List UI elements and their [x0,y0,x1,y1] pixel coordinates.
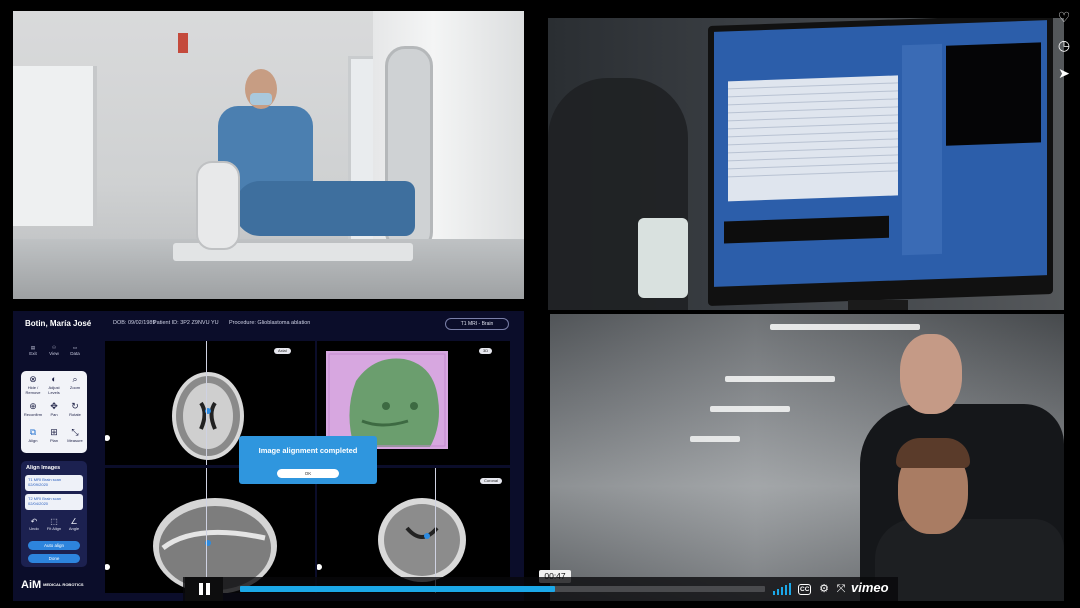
rotate-icon: ↻ [71,401,79,411]
scan-item-t2[interactable]: T2 MRI Brain scan 02/04/2020 [25,494,83,510]
nav-data[interactable]: ▭ Data [65,345,85,363]
console-side-buttons [902,43,942,256]
video-panel-monitor [548,18,1064,310]
tool-align[interactable]: ⧉ Align [22,427,44,452]
fit-icon: ⬚ [50,517,58,526]
3d-head-render[interactable] [326,351,448,449]
patient [235,181,415,236]
share-icon[interactable]: ➤ [1055,64,1073,82]
viewport-sagittal[interactable] [105,468,315,593]
captions-button[interactable]: CC [798,584,812,595]
fullscreen-icon[interactable]: ⤧ [834,581,848,597]
video-panel-mri-room [13,11,524,299]
pause-button[interactable] [185,577,223,601]
volume-icon[interactable] [773,583,791,595]
progress-bar[interactable] [240,586,765,592]
observer-younger-man-hair [896,438,970,468]
surgical-mask [250,93,272,105]
observer-older-man-head [900,334,962,414]
tool-adjust-levels[interactable]: ◐ Adjust Levels [43,374,65,399]
aim-logo: AiM MEDICAL ROBOTICS [21,579,84,591]
align-tools: ↶ Undo ⬚ Fit Align ∠ Angle [25,517,83,535]
vimeo-logo[interactable]: vimeo [851,580,889,595]
patient-id: Patient ID: 3P2 Z9NVU YU [153,320,219,326]
scan-item-t1[interactable]: T1 MRI Brain scan 02/09/2020 [25,475,83,491]
tool-reconfirm[interactable]: ⊕ Reconfirm [22,401,44,426]
wipes-container [638,218,688,298]
tool-measure[interactable]: ⤡ Measure [64,427,86,452]
tool-zoom[interactable]: ⌕ Zoom [64,374,86,399]
viewport-coronal[interactable]: Coronal [317,468,510,593]
auto-align-button[interactable]: Auto align [28,541,80,550]
pause-icon [199,583,203,595]
measure-icon: ⤡ [71,427,79,437]
nav-view[interactable]: ⚇ View [44,345,64,363]
patient-dob: DOB: 09/02/1989 [113,320,156,326]
wall-sign [178,33,188,53]
angle-button[interactable]: ∠ Angle [65,517,83,535]
sagittal-brain-slice [153,498,277,593]
procedure: Procedure: Glioblastoma ablation [229,320,311,326]
video-panel-observers [550,314,1064,601]
crosshair-vertical-2[interactable] [206,468,207,593]
series-list [728,75,898,202]
tool-rotate[interactable]: ↻ Rotate [64,401,86,426]
align-icon: ⧉ [29,427,37,437]
contrast-icon: ◐ [51,374,57,384]
viewport-label-axial: Axial [274,348,291,354]
tool-plan[interactable]: ⊞ Plan [43,427,65,452]
align-images-panel: Align Images T1 MRI Brain scan 02/09/2020… [21,461,87,567]
undo-button[interactable]: ↶ Undo [25,517,43,535]
recenter-icon: ⊕ [29,401,37,411]
crosshair-vertical[interactable] [206,341,207,465]
viewport-label-coronal: Coronal [480,478,503,484]
nav-exit[interactable]: ▤ Exit [23,345,43,363]
clock-icon[interactable]: ◷ [1055,36,1073,54]
undo-icon: ↶ [30,517,38,526]
plan-icon: ⊞ [50,427,58,437]
angle-icon: ∠ [70,517,78,526]
done-button[interactable]: Done [28,554,80,563]
scan-preview [946,42,1041,146]
viewport-label-3d: 3D [479,348,493,354]
hide-icon: ⊗ [29,374,37,384]
fit-align-button[interactable]: ⬚ Fit Align [45,517,63,535]
settings-gear-icon[interactable]: ⚙ [817,581,831,597]
series-select[interactable]: T1 MRI - Brain [445,318,509,330]
thumbnail-strip [724,215,889,244]
coronal-brain-slice [378,498,466,582]
tool-hide[interactable]: ⊗ Hide / Remove [22,374,44,399]
tool-pan[interactable]: ✥ Pan [43,401,65,426]
dialog-message: Image alignment completed [258,446,358,455]
pan-icon: ✥ [50,401,58,411]
app-nav: ▤ Exit ⚇ View ▭ Data [23,345,85,363]
align-title: Align Images [26,465,61,471]
window [13,66,97,226]
patient-name: Botin, María José [25,319,92,328]
tool-palette: ⊗ Hide / Remove ◐ Adjust Levels ⌕ Zoom ⊕ Rec… [21,371,87,453]
monitor-stand [848,300,908,310]
video-panel-aim-software: Botin, María José DOB: 09/02/1989 Patien… [13,311,524,601]
scanner-console-screen [714,20,1047,287]
heart-icon[interactable]: ♡ [1055,8,1073,26]
progress-fill [240,586,555,592]
zoom-icon: ⌕ [72,374,78,384]
observer-younger-man [875,519,1064,601]
dialog-ok-button[interactable]: OK [277,469,339,478]
head-coil [196,161,240,250]
computer-monitor [708,18,1053,307]
alignment-dialog: Image alignment completed OK [239,436,377,484]
player-controls: CC ⚙ ⤧ vimeo [183,577,898,601]
crosshair-vertical-3[interactable] [435,468,436,593]
